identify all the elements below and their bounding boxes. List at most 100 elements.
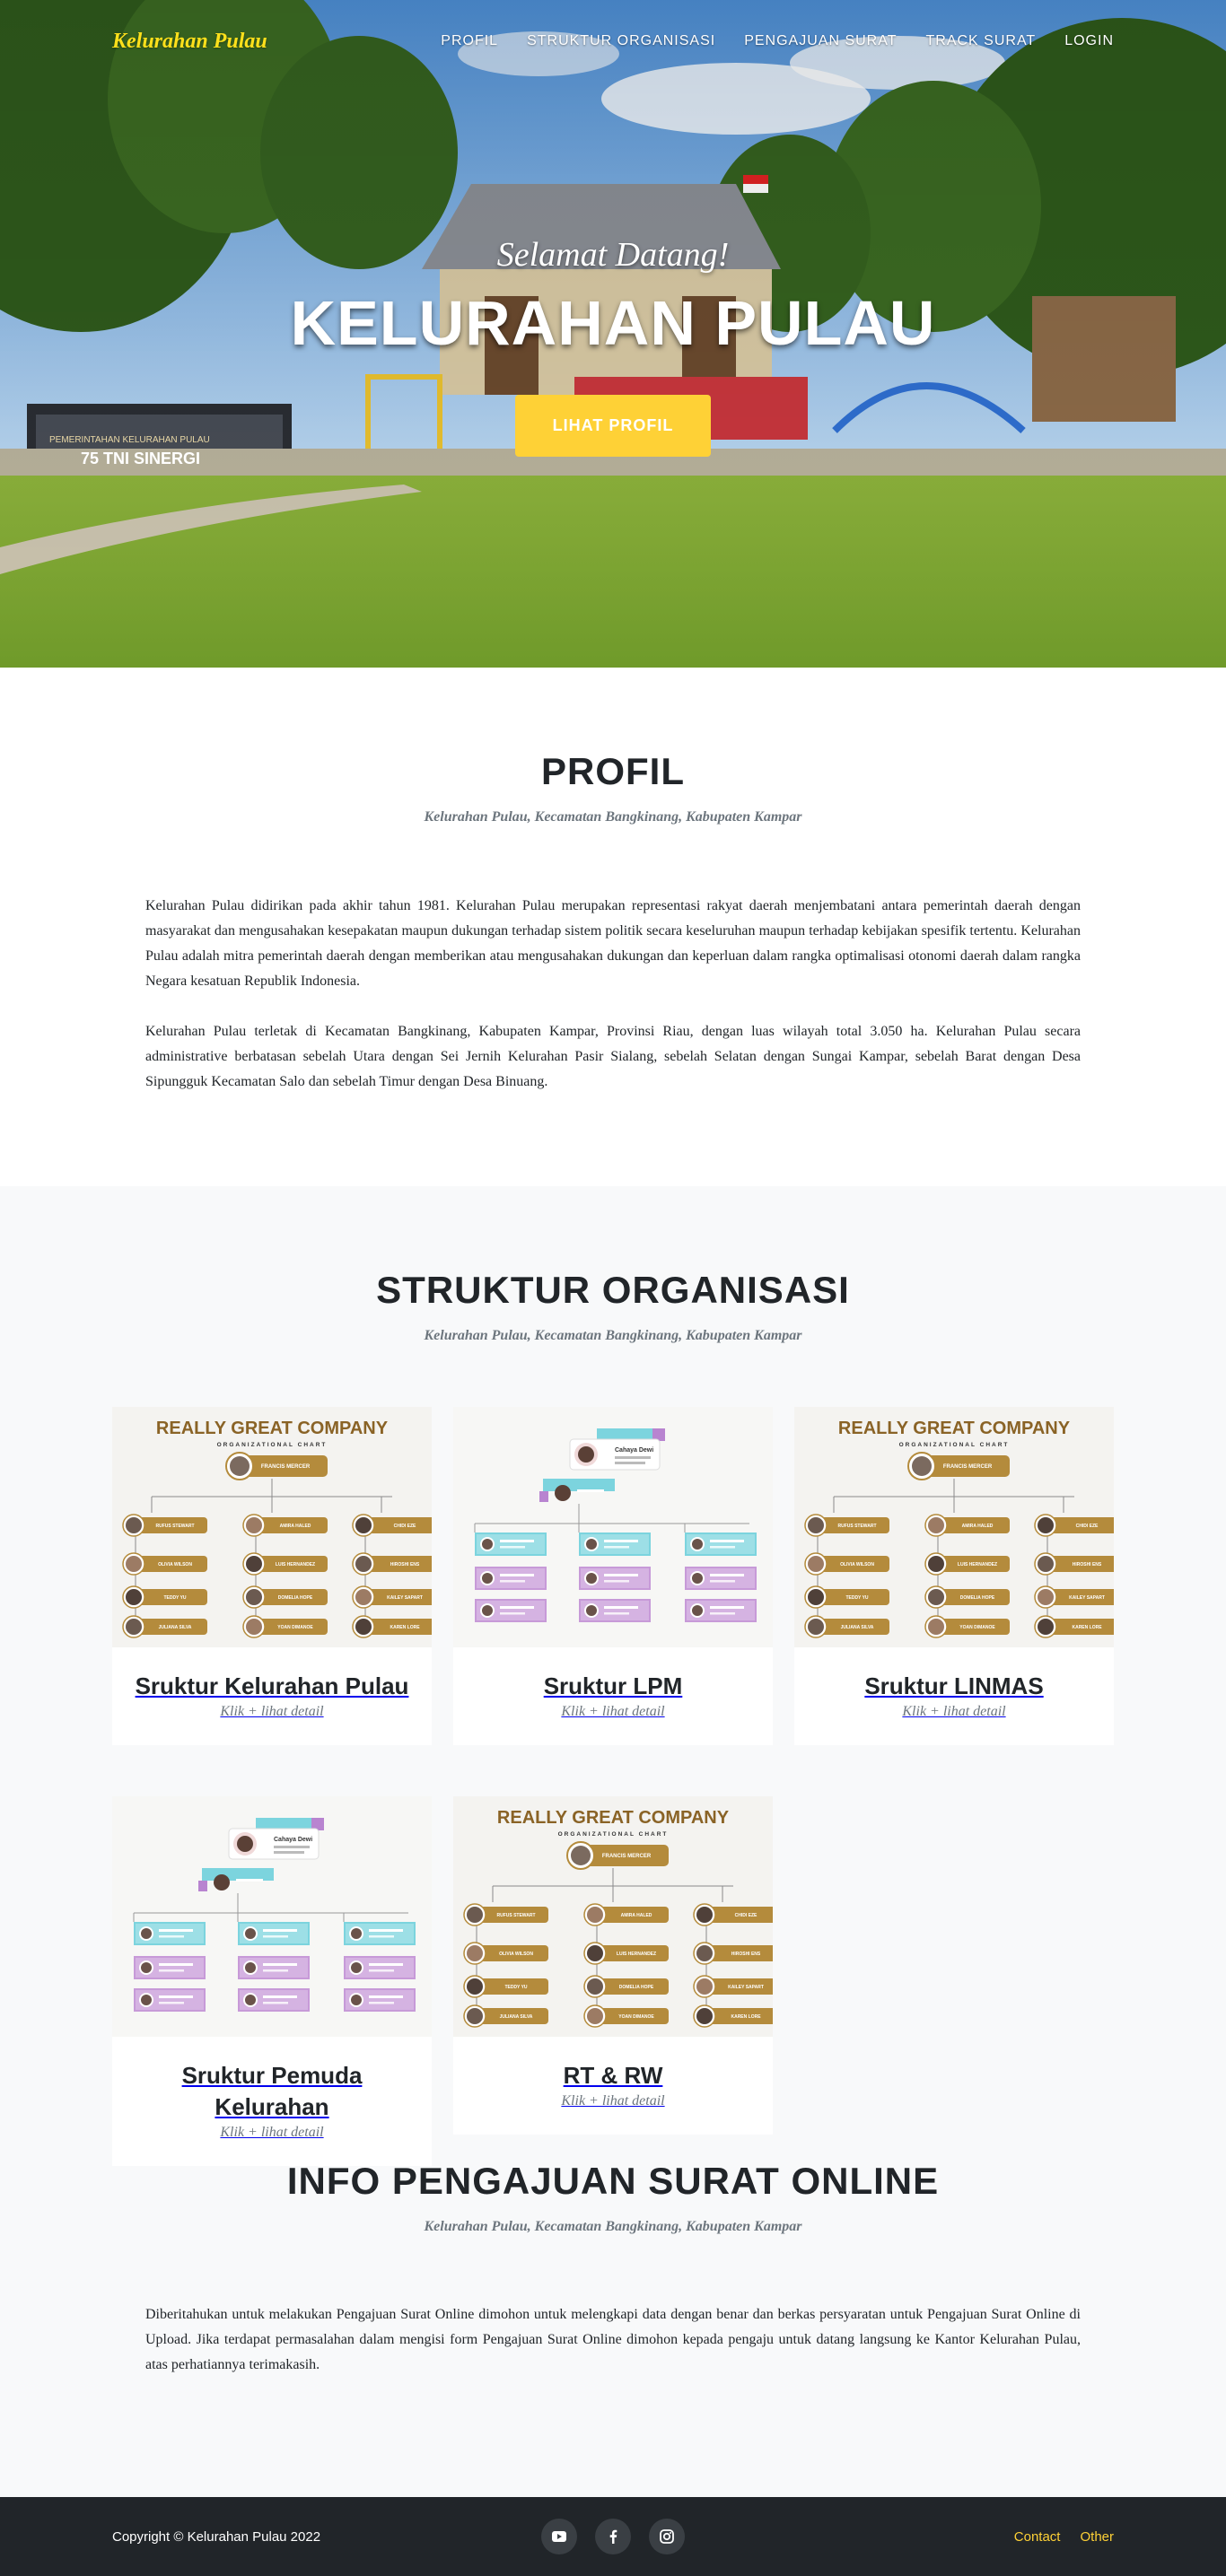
card-title: Sruktur Kelurahan Pulau [135, 1672, 409, 1699]
card-subtitle: Klik + lihat detail [561, 1704, 665, 1719]
info-pengajuan-section: INFO PENGAJUAN SURAT ONLINE Kelurahan Pu… [0, 2152, 1226, 2497]
svg-text:DOMELIA HOPE: DOMELIA HOPE [278, 1595, 313, 1601]
org-chart-image: REALLY GREAT COMPANY ORGANIZATIONAL CHART… [794, 1407, 1114, 1647]
svg-text:CHIDI EZE: CHIDI EZE [394, 1524, 416, 1529]
nav-item-pengajuan-surat[interactable]: PENGAJUAN SURAT [730, 33, 911, 49]
hero-title: KELURAHAN PULAU [290, 288, 936, 358]
nav-item-track-surat[interactable]: TRACK SURAT [911, 33, 1050, 49]
org-chart-graphic: REALLY GREAT COMPANY ORGANIZATIONAL CHART… [794, 1407, 1114, 1647]
org-chart-image: Cahaya Dewi [453, 1407, 773, 1647]
footer: Copyright © Kelurahan Pulau 2022 Contact… [0, 2497, 1226, 2576]
svg-text:JULIANA SILVA: JULIANA SILVA [159, 1625, 192, 1630]
profil-paragraph: Kelurahan Pulau didirikan pada akhir tah… [145, 898, 1081, 989]
svg-text:KAILEY SAPART: KAILEY SAPART [728, 1985, 764, 1990]
card-title: Sruktur Pemuda Kelurahan [181, 2062, 363, 2120]
svg-text:OLIVIA WILSON: OLIVIA WILSON [158, 1562, 192, 1567]
instagram-icon[interactable] [649, 2519, 685, 2554]
card-rt-rw[interactable]: REALLY GREAT COMPANY ORGANIZATIONAL CHART… [453, 1796, 773, 2135]
svg-text:ORGANIZATIONAL CHART: ORGANIZATIONAL CHART [217, 1442, 328, 1448]
svg-text:ORGANIZATIONAL CHART: ORGANIZATIONAL CHART [558, 1831, 669, 1838]
svg-text:FRANCIS MERCER: FRANCIS MERCER [602, 1854, 652, 1859]
svg-text:HIROSHI ENS: HIROSHI ENS [731, 1952, 761, 1957]
svg-text:HIROSHI ENS: HIROSHI ENS [1073, 1562, 1102, 1567]
struktur-heading: STRUKTUR ORGANISASI [376, 1269, 850, 1311]
struktur-subheading: Kelurahan Pulau, Kecamatan Bangkinang, K… [424, 1328, 802, 1343]
youtube-icon[interactable] [541, 2519, 577, 2554]
svg-text:RUFUS STEWART: RUFUS STEWART [837, 1524, 876, 1529]
org-chart-graphic: REALLY GREAT COMPANY ORGANIZATIONAL CHART… [112, 1407, 432, 1647]
svg-text:DOMELIA HOPE: DOMELIA HOPE [960, 1595, 995, 1601]
lihat-profil-button[interactable]: LIHAT PROFIL [514, 395, 712, 457]
profil-section: PROFIL Kelurahan Pulau, Kecamatan Bangki… [0, 668, 1226, 1186]
svg-text:CHIDI EZE: CHIDI EZE [1076, 1524, 1099, 1529]
card-struktur-pemuda[interactable]: Cahaya Dewi Sruktur Pemuda Kelurahan Kli… [112, 1796, 432, 2166]
nav-links: PROFIL STRUKTUR ORGANISASI PENGAJUAN SUR… [426, 33, 1114, 49]
top-navbar: Kelurahan Pulau PROFIL STRUKTUR ORGANISA… [0, 0, 1226, 83]
card-title: RT & RW [563, 2062, 663, 2089]
svg-text:OLIVIA WILSON: OLIVIA WILSON [499, 1952, 533, 1957]
footer-link-contact[interactable]: Contact [1014, 2529, 1061, 2545]
svg-text:CHIDI EZE: CHIDI EZE [735, 1913, 757, 1918]
svg-text:KAILEY SAPART: KAILEY SAPART [387, 1595, 423, 1601]
svg-text:YOAN DIMANOE: YOAN DIMANOE [959, 1625, 995, 1630]
svg-text:REALLY GREAT COMPANY: REALLY GREAT COMPANY [497, 1808, 730, 1828]
hero-subtitle: Selamat Datang! [496, 236, 730, 274]
svg-text:TEDDY YU: TEDDY YU [504, 1985, 527, 1990]
org-chart-image: REALLY GREAT COMPANY ORGANIZATIONAL CHART… [453, 1796, 773, 2037]
brand-logo[interactable]: Kelurahan Pulau [112, 30, 267, 54]
svg-text:AMIRA HALED: AMIRA HALED [280, 1524, 311, 1529]
card-struktur-lpm[interactable]: Cahaya Dewi Sruktur LPM Klik + lihat det… [453, 1407, 773, 1745]
svg-text:RUFUS STEWART: RUFUS STEWART [496, 1913, 535, 1918]
card-subtitle: Klik + lihat detail [220, 2125, 324, 2140]
profil-subheading: Kelurahan Pulau, Kecamatan Bangkinang, K… [424, 809, 802, 825]
nav-item-profil[interactable]: PROFIL [426, 33, 512, 49]
footer-link-other[interactable]: Other [1080, 2529, 1114, 2545]
svg-text:TEDDY YU: TEDDY YU [845, 1595, 868, 1601]
svg-text:DOMELIA HOPE: DOMELIA HOPE [619, 1985, 654, 1990]
info-subheading: Kelurahan Pulau, Kecamatan Bangkinang, K… [424, 2219, 802, 2234]
svg-text:AMIRA HALED: AMIRA HALED [962, 1524, 994, 1529]
svg-text:Cahaya Dewi: Cahaya Dewi [274, 1837, 312, 1843]
svg-text:Cahaya Dewi: Cahaya Dewi [615, 1447, 653, 1454]
org-chart-graphic: Cahaya Dewi [112, 1796, 432, 2037]
card-title: Sruktur LPM [543, 1672, 683, 1699]
svg-text:YOAN DIMANOE: YOAN DIMANOE [618, 2014, 654, 2020]
svg-text:LUIS HERNANDEZ: LUIS HERNANDEZ [958, 1562, 997, 1567]
svg-text:HIROSHI ENS: HIROSHI ENS [390, 1562, 420, 1567]
svg-text:KAREN LORE: KAREN LORE [1072, 1625, 1102, 1630]
svg-text:REALLY GREAT COMPANY: REALLY GREAT COMPANY [838, 1419, 1071, 1438]
card-struktur-linmas[interactable]: REALLY GREAT COMPANY ORGANIZATIONAL CHART… [794, 1407, 1114, 1745]
svg-text:AMIRA HALED: AMIRA HALED [621, 1913, 652, 1918]
svg-text:LUIS HERNANDEZ: LUIS HERNANDEZ [276, 1562, 315, 1567]
nav-item-login[interactable]: LOGIN [1050, 33, 1114, 49]
org-chart-image: Cahaya Dewi [112, 1796, 432, 2037]
svg-text:ORGANIZATIONAL CHART: ORGANIZATIONAL CHART [899, 1442, 1010, 1448]
card-struktur-kelurahan[interactable]: REALLY GREAT COMPANY ORGANIZATIONAL CHART… [112, 1407, 432, 1745]
facebook-icon[interactable] [595, 2519, 631, 2554]
struktur-cards: REALLY GREAT COMPANY ORGANIZATIONAL CHART… [112, 1407, 1114, 2170]
card-subtitle: Klik + lihat detail [561, 2093, 665, 2109]
svg-text:KAREN LORE: KAREN LORE [731, 2014, 761, 2020]
social-links [541, 2519, 685, 2554]
svg-text:FRANCIS MERCER: FRANCIS MERCER [943, 1464, 993, 1470]
svg-text:JULIANA SILVA: JULIANA SILVA [841, 1625, 874, 1630]
org-chart-graphic: REALLY GREAT COMPANY ORGANIZATIONAL CHART… [453, 1796, 773, 2037]
svg-text:FRANCIS MERCER: FRANCIS MERCER [261, 1464, 311, 1470]
svg-text:KAILEY SAPART: KAILEY SAPART [1069, 1595, 1105, 1601]
svg-text:REALLY GREAT COMPANY: REALLY GREAT COMPANY [156, 1419, 389, 1438]
svg-text:YOAN DIMANOE: YOAN DIMANOE [277, 1625, 313, 1630]
profil-heading: PROFIL [541, 750, 685, 792]
svg-text:OLIVIA WILSON: OLIVIA WILSON [840, 1562, 874, 1567]
org-chart-graphic: Cahaya Dewi [453, 1407, 773, 1647]
copyright-text: Copyright © Kelurahan Pulau 2022 [112, 2528, 321, 2545]
hero-content: Selamat Datang! KELURAHAN PULAU LIHAT PR… [0, 235, 1226, 457]
hero-section: PEMERINTAHAN KELURAHAN PULAU 75 TNI SINE… [0, 0, 1226, 668]
nav-item-struktur-organisasi[interactable]: STRUKTUR ORGANISASI [512, 33, 730, 49]
footer-links: Contact Other [1014, 2529, 1114, 2545]
svg-text:LUIS HERNANDEZ: LUIS HERNANDEZ [617, 1952, 656, 1957]
org-chart-image: REALLY GREAT COMPANY ORGANIZATIONAL CHART… [112, 1407, 432, 1647]
profil-paragraph: Kelurahan Pulau terletak di Kecamatan Ba… [145, 1024, 1081, 1089]
info-paragraph: Diberitahukan untuk melakukan Pengajuan … [145, 2307, 1081, 2372]
svg-text:JULIANA SILVA: JULIANA SILVA [500, 2014, 533, 2020]
svg-text:RUFUS STEWART: RUFUS STEWART [155, 1524, 194, 1529]
